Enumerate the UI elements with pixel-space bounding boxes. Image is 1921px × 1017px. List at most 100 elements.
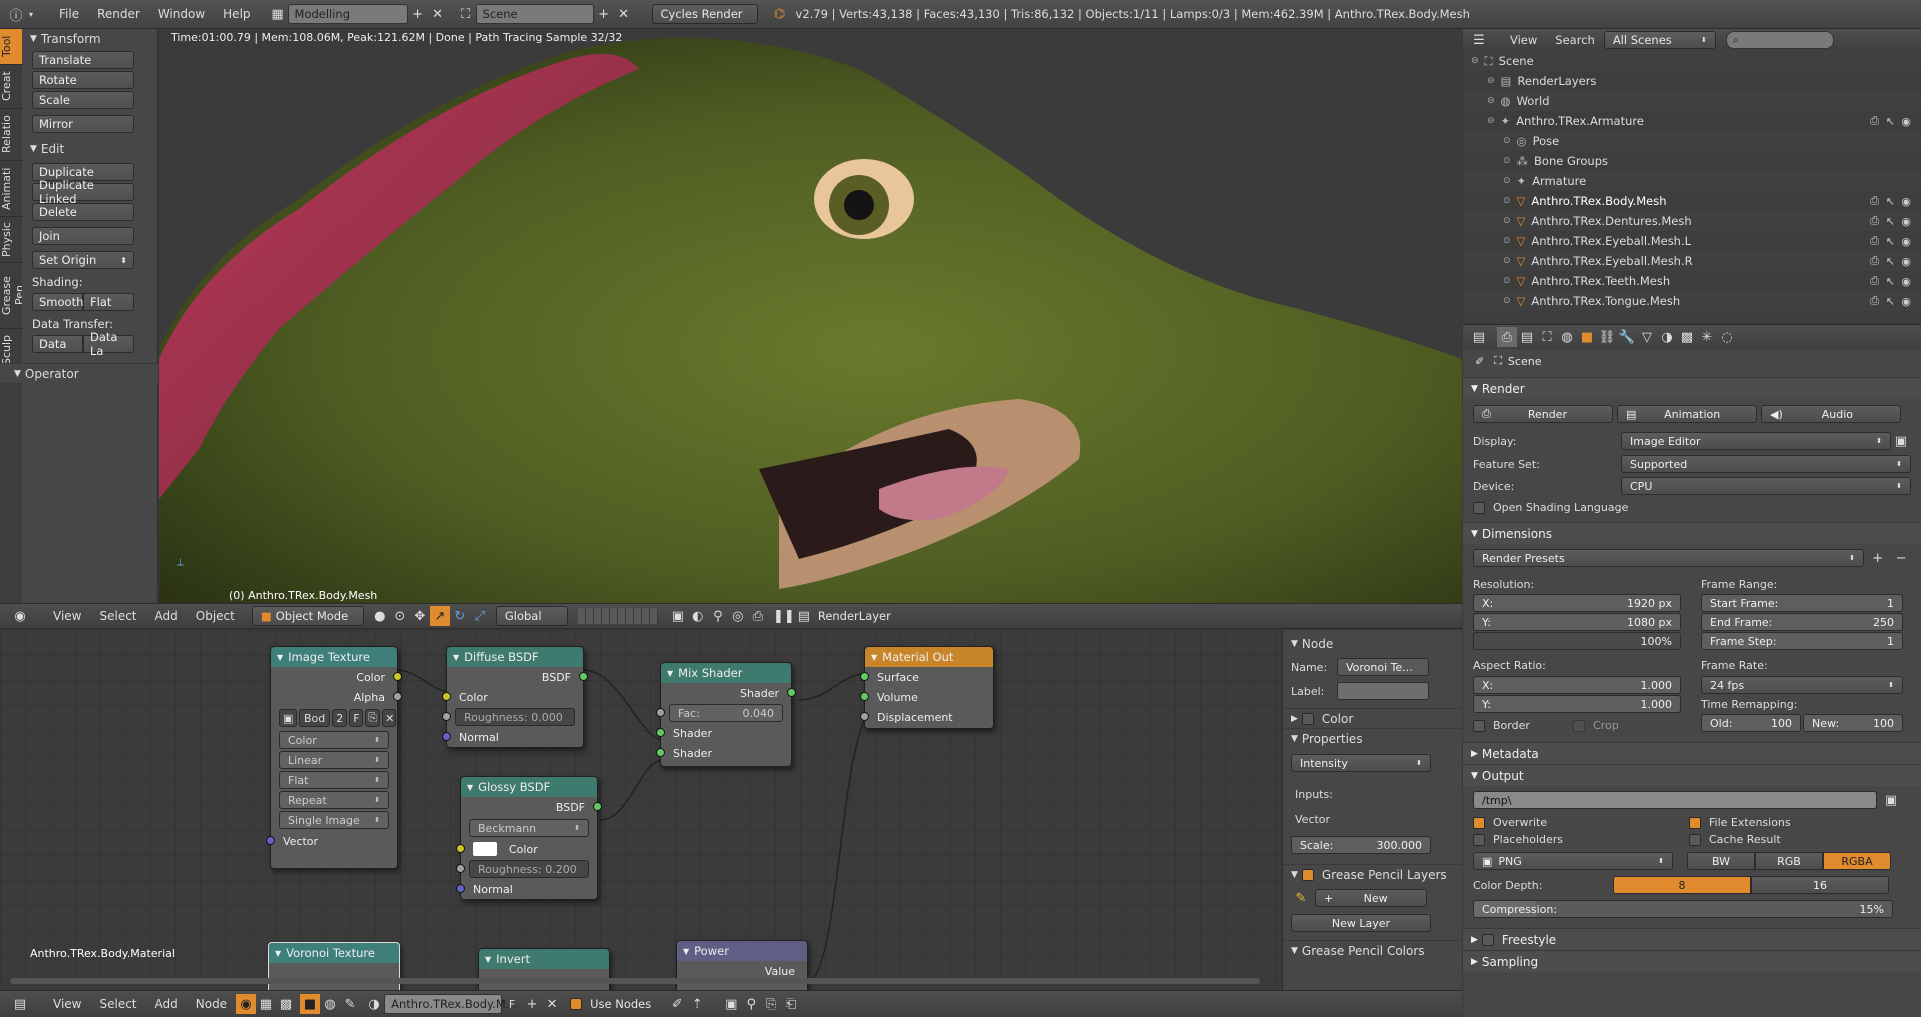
metadata-panel-header[interactable]: ▶ Metadata — [1463, 742, 1921, 764]
translate-button[interactable]: Translate — [32, 51, 134, 69]
cursor-icon[interactable]: ↖ — [1886, 255, 1895, 268]
socket-icon[interactable] — [393, 672, 402, 681]
snap-icon[interactable]: ⚲ — [741, 994, 761, 1014]
placeholders-label[interactable]: Placeholders — [1493, 833, 1563, 846]
render-presets-select[interactable]: Render Presets ⬍ — [1473, 549, 1864, 567]
render-icon[interactable]: ⎙ — [1870, 294, 1879, 308]
menu-select[interactable]: Select — [90, 609, 145, 623]
image-texture-node[interactable]: ▼ Image Texture Color Alpha ▣ Bod 2 F ⎘ ✕… — [266, 646, 402, 869]
flat-button[interactable]: Flat — [83, 293, 134, 311]
use-nodes-label[interactable]: Use Nodes — [590, 997, 651, 1011]
renderlayer-label[interactable]: RenderLayer — [818, 609, 891, 623]
outliner-row[interactable]: ⊙ ◎ Pose — [1463, 131, 1921, 151]
orientation-select[interactable]: Global — [495, 606, 568, 626]
diffuse-header[interactable]: ▼ Diffuse BSDF — [447, 647, 583, 667]
layers-grid[interactable] — [577, 608, 658, 624]
new-layer-button[interactable]: New Layer — [1291, 914, 1431, 932]
expand-toggle-icon[interactable]: ⊙ — [1503, 296, 1511, 306]
menu-window[interactable]: Window — [149, 7, 214, 21]
fake-user-button[interactable]: F — [502, 994, 522, 1014]
image-unlink-icon[interactable]: ✕ — [382, 709, 397, 727]
world-tab-icon[interactable]: ◍ — [1557, 327, 1577, 347]
socket-icon[interactable] — [860, 712, 869, 721]
render-icon[interactable]: ⎙ — [1870, 254, 1879, 268]
outliner-item-label[interactable]: Anthro.TRex.Armature — [1516, 114, 1644, 128]
use-nodes-checkbox[interactable] — [570, 998, 583, 1010]
socket-icon[interactable] — [456, 844, 465, 853]
copy-icon[interactable]: ⎘ — [761, 994, 781, 1014]
image-name-field[interactable]: Bod — [299, 709, 331, 727]
renderlayers-tab-icon[interactable]: ▤ — [1517, 327, 1537, 347]
output-panel-header[interactable]: ▼ Output — [1463, 764, 1921, 786]
eye-icon[interactable]: ◉ — [1901, 215, 1911, 228]
node-editor[interactable]: ▼ Image Texture Color Alpha ▣ Bod 2 F ⎘ ✕… — [0, 630, 1282, 990]
expand-toggle-icon[interactable]: ⊙ — [1503, 236, 1511, 246]
compression-slider[interactable]: Compression: 15% — [1473, 900, 1893, 918]
eye-icon[interactable]: ◉ — [1901, 115, 1911, 128]
sampling-panel-header[interactable]: ▶ Sampling — [1463, 950, 1921, 972]
osl-checkbox[interactable] — [1473, 501, 1485, 514]
object-shader-icon[interactable]: ■ — [300, 994, 321, 1014]
remap-old-field[interactable]: Old: 100 — [1701, 714, 1801, 732]
socket-icon[interactable] — [860, 672, 869, 681]
scene-tab-icon[interactable]: ⛶ — [1537, 327, 1557, 347]
displacement-input[interactable]: Displacement — [860, 707, 993, 727]
socket-icon[interactable] — [860, 692, 869, 701]
mix-shader-input-1[interactable]: Shader — [656, 723, 791, 743]
start-frame-field[interactable]: Start Frame: 1 — [1701, 594, 1903, 612]
outliner-row[interactable]: ⊖ ⛶ Scene — [1463, 51, 1921, 71]
output-header[interactable]: ▼ Material Out — [865, 647, 993, 667]
image-texture-header[interactable]: ▼ Image Texture — [271, 647, 397, 667]
expand-toggle-icon[interactable]: ⊖ — [1487, 76, 1495, 86]
color-panel-header[interactable]: ▶ Color — [1283, 708, 1462, 728]
outliner-item-label[interactable]: Anthro.TRex.Eyeball.Mesh.L — [1531, 234, 1691, 248]
rgb-button[interactable]: RGB — [1755, 852, 1823, 870]
end-frame-field[interactable]: End Frame: 250 — [1701, 613, 1903, 631]
freestyle-checkbox[interactable] — [1481, 933, 1494, 946]
cache-result-checkbox[interactable] — [1689, 834, 1701, 846]
display-select[interactable]: Image Editor ⬍ — [1621, 432, 1891, 450]
cursor-icon[interactable]: ↖ — [1886, 115, 1895, 128]
expand-toggle-icon[interactable]: ⊙ — [1503, 156, 1511, 166]
menu-select[interactable]: Select — [90, 997, 145, 1011]
outliner-row[interactable]: ⊙ ▽ Anthro.TRex.Dentures.Mesh ◉ ↖ ⎙ — [1463, 211, 1921, 231]
mirror-button[interactable]: Mirror — [32, 115, 134, 133]
remap-new-field[interactable]: New: 100 — [1803, 714, 1903, 732]
outliner-row[interactable]: ⊙ ✦ Armature — [1463, 171, 1921, 191]
texture-tab-icon[interactable]: ▩ — [1677, 327, 1697, 347]
socket-icon[interactable] — [579, 672, 588, 681]
expand-toggle-icon[interactable]: ⊙ — [1503, 136, 1511, 146]
gp-colors-header[interactable]: ▼ Grease Pencil Colors — [1283, 940, 1462, 960]
glossy-normal-input[interactable]: Normal — [456, 879, 597, 899]
remove-preset-icon[interactable]: − — [1891, 548, 1911, 568]
pivot-icon[interactable]: ⊙ — [390, 606, 410, 626]
particles-tab-icon[interactable]: ✳ — [1697, 327, 1717, 347]
gp-layers-checkbox[interactable] — [1301, 868, 1314, 881]
bw-button[interactable]: BW — [1687, 852, 1755, 870]
mode-select[interactable]: ■ Object Mode — [251, 606, 364, 626]
image-users-field[interactable]: 2 — [332, 709, 348, 727]
paste-icon[interactable]: ⎗ — [781, 994, 801, 1014]
depth-16-button[interactable]: 16 — [1751, 876, 1889, 894]
gp-layers-header[interactable]: ▼ Grease Pencil Layers — [1283, 864, 1462, 884]
manipulator-icon[interactable]: ✥ — [410, 606, 430, 626]
node-panel-header[interactable]: ▼ Node — [1283, 634, 1462, 654]
outliner-search-input[interactable]: ⌕ — [1725, 31, 1834, 49]
scale-field[interactable]: Scale: 300.000 — [1291, 836, 1431, 854]
expand-toggle-icon[interactable]: ⊖ — [1487, 96, 1495, 106]
image-texture-color-output[interactable]: Color — [271, 667, 402, 687]
surface-input[interactable]: Surface — [860, 667, 993, 687]
socket-icon[interactable] — [442, 732, 451, 741]
power-header[interactable]: ▼ Power — [677, 941, 807, 961]
glossy-roughness-input[interactable]: Roughness: 0.200 — [456, 859, 597, 879]
3d-viewport[interactable]: Time:01:00.79 | Mem:108.06M, Peak:121.62… — [159, 29, 1462, 603]
expand-toggle-icon[interactable]: ⊙ — [1503, 176, 1511, 186]
linestyle-icon[interactable]: ✎ — [340, 994, 360, 1014]
render-icon[interactable]: ⎙ — [1870, 114, 1879, 128]
smooth-button[interactable]: Smooth — [32, 293, 83, 311]
socket-icon[interactable] — [266, 836, 275, 845]
render-panel-header[interactable]: ▼ Render — [1463, 377, 1921, 399]
add-preset-icon[interactable]: + — [1868, 548, 1888, 568]
data-button[interactable]: Data — [32, 335, 83, 353]
color-space-select[interactable]: Color ⬍ — [279, 731, 389, 749]
